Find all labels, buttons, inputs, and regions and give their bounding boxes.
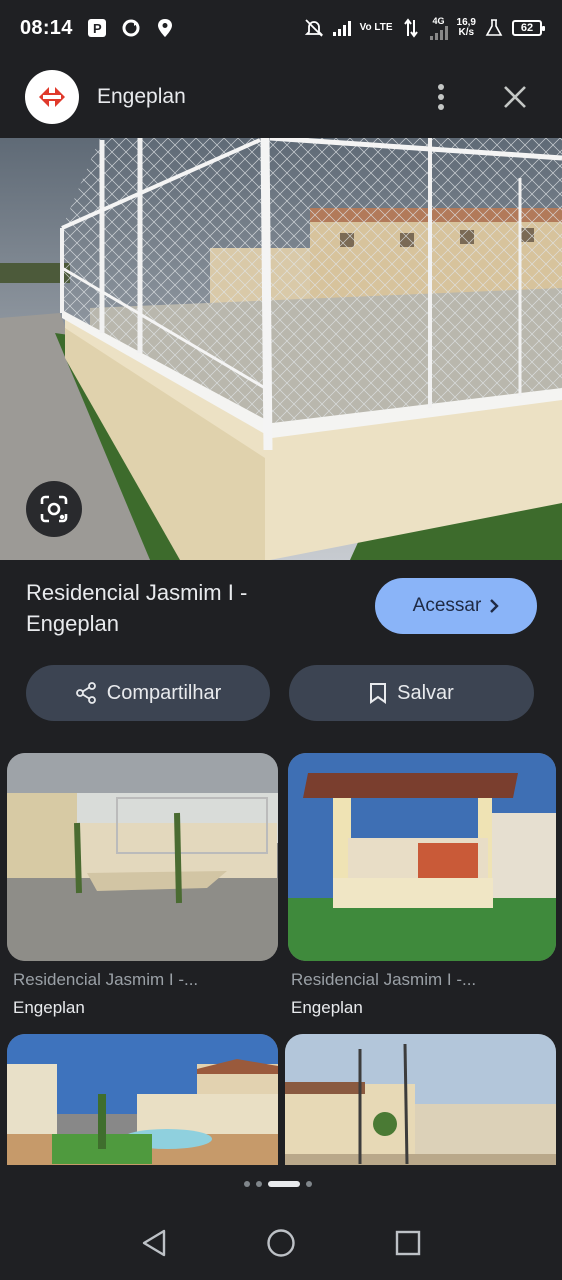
- related-source-1[interactable]: Engeplan: [13, 998, 85, 1018]
- engeplan-logo[interactable]: [25, 70, 79, 124]
- bookmark-icon: [370, 683, 387, 704]
- back-icon[interactable]: [129, 1218, 179, 1268]
- visit-button-label: Acessar: [412, 595, 482, 616]
- mute-icon: [304, 18, 324, 38]
- lab-flask-icon: [484, 18, 504, 38]
- main-image[interactable]: [0, 138, 562, 560]
- more-vert-icon[interactable]: [419, 75, 463, 119]
- share-icon: [75, 682, 96, 704]
- svg-text:P: P: [93, 21, 102, 36]
- save-button[interactable]: Salvar: [289, 665, 534, 721]
- network-speed: 16,9 K/s: [457, 18, 476, 38]
- share-button-label: Compartilhar: [106, 681, 222, 704]
- visit-button[interactable]: Acessar: [375, 578, 537, 634]
- related-caption-2[interactable]: Residencial Jasmim I -...: [291, 970, 476, 990]
- page-dot-2[interactable]: [256, 1181, 262, 1187]
- signal-icon: [332, 18, 352, 38]
- signal-4g: 4G: [429, 16, 449, 40]
- data-transfer-icon: [401, 18, 421, 38]
- location-icon: [155, 18, 175, 38]
- system-nav-bar: [0, 1205, 562, 1280]
- home-icon[interactable]: [256, 1218, 306, 1268]
- related-image-1[interactable]: [7, 753, 278, 961]
- save-button-label: Salvar: [397, 681, 454, 704]
- lens-icon[interactable]: [26, 481, 82, 537]
- page-dot-1[interactable]: [244, 1181, 250, 1187]
- net-type-label: 4G: [432, 16, 445, 26]
- status-bar: 08:14 P Vo LTE 4G 16,9 K/s 62: [0, 0, 562, 56]
- page-indicator: [244, 1181, 312, 1187]
- site-name[interactable]: Engeplan: [97, 85, 419, 109]
- related-source-2[interactable]: Engeplan: [291, 998, 363, 1018]
- speed-unit: K/s: [458, 27, 475, 38]
- chevron-right-icon: [490, 599, 500, 613]
- volte-indicator: Vo LTE: [359, 22, 393, 33]
- sync-icon: [121, 18, 141, 38]
- related-image-2[interactable]: [288, 753, 556, 961]
- page-dot-4[interactable]: [306, 1181, 312, 1187]
- parking-icon: P: [87, 18, 107, 38]
- result-title: Residencial Jasmim I - Engeplan: [26, 580, 248, 636]
- related-caption-1[interactable]: Residencial Jasmim I -...: [13, 970, 198, 990]
- status-time: 08:14: [20, 16, 73, 39]
- app-bar: Engeplan: [0, 56, 562, 138]
- recents-icon[interactable]: [383, 1218, 433, 1268]
- battery-indicator: 62: [512, 20, 545, 36]
- share-button[interactable]: Compartilhar: [26, 665, 270, 721]
- page-dot-3[interactable]: [268, 1181, 300, 1187]
- close-icon[interactable]: [493, 75, 537, 119]
